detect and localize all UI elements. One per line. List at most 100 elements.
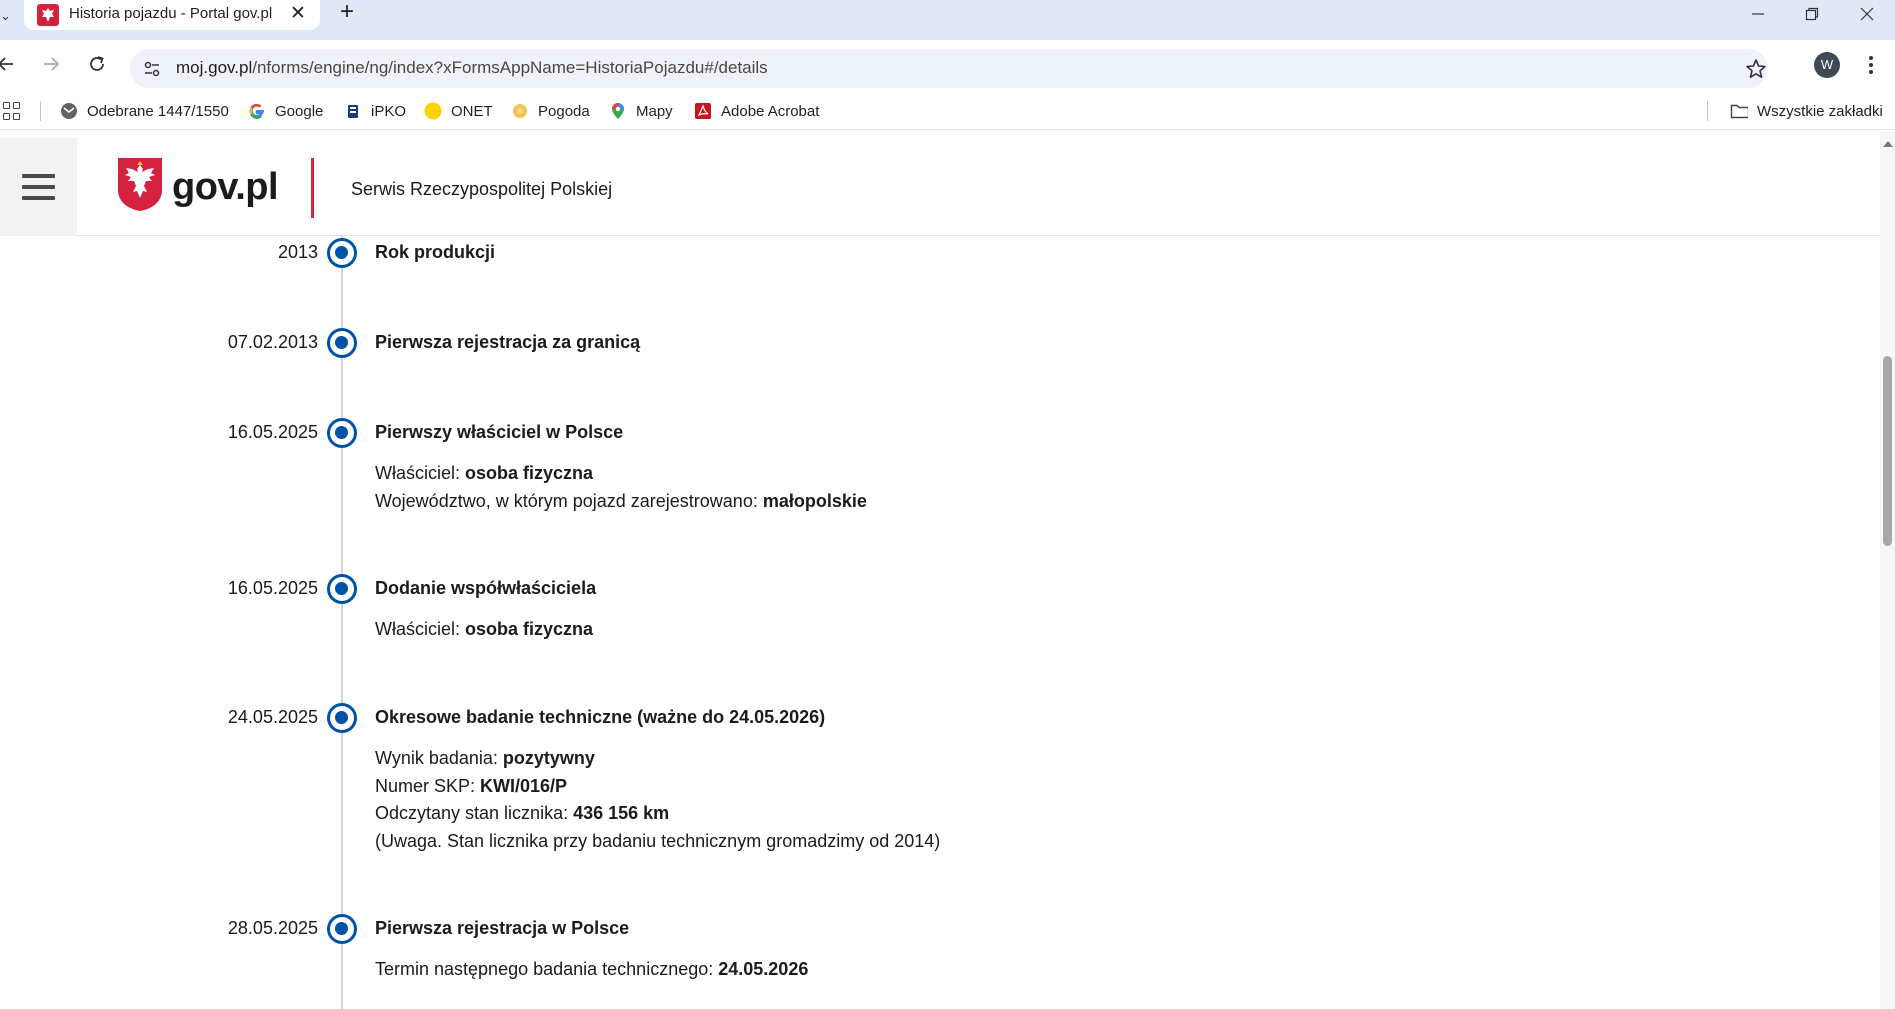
- detail-line: Właściciel: osoba fizyczna: [375, 616, 593, 644]
- detail-value: 436 156 km: [573, 803, 670, 823]
- profile-avatar[interactable]: W: [1814, 52, 1840, 78]
- google-icon: [248, 102, 266, 120]
- bookmark-adobe-acrobat[interactable]: Adobe Acrobat: [694, 100, 819, 122]
- minimize-icon[interactable]: [1731, 0, 1785, 28]
- event-title: Rok produkcji: [375, 242, 496, 262]
- bookmark-label: iPKO: [371, 102, 407, 120]
- detail-line: Termin następnego badania technicznego: …: [375, 956, 808, 984]
- detail-label: Wynik badania:: [375, 748, 503, 768]
- event-details: Właściciel: osoba fizyczna: [375, 616, 593, 644]
- forward-arrow-icon[interactable]: [35, 48, 67, 80]
- bookmark-label: Odebrane 1447/1550: [87, 102, 229, 120]
- tab-close-icon[interactable]: ✕: [286, 2, 310, 26]
- onet-icon: [424, 102, 442, 120]
- tab-historia-pojazdu[interactable]: Historia pojazdu - Portal gov.pl ✕: [24, 0, 320, 30]
- detail-note: (Uwaga. Stan licznika przy badaniu techn…: [375, 828, 940, 856]
- timeline-dot-icon: [327, 574, 357, 604]
- site-header: gov.pl Serwis Rzeczypospolitej Polskiej: [0, 138, 1880, 236]
- event-details: Wynik badania: pozytywny Numer SKP: KWI/…: [375, 745, 940, 855]
- detail-line: Wynik badania: pozytywny: [375, 745, 940, 773]
- detail-label: Właściciel:: [375, 619, 466, 639]
- detail-line: Numer SKP: KWI/016/P: [375, 773, 940, 801]
- gmail-icon: [60, 102, 78, 120]
- apps-grid-icon[interactable]: [3, 102, 21, 120]
- timeline-dot-icon: [327, 703, 357, 733]
- bookmarks-separator: [1707, 101, 1708, 121]
- bookmark-mapy[interactable]: Mapy: [609, 100, 673, 122]
- bookmark-label: Google: [275, 102, 324, 120]
- tab-strip: ⌄ Historia pojazdu - Portal gov.pl ✕ +: [0, 0, 1895, 40]
- acrobat-icon: [694, 102, 712, 120]
- site-settings-icon[interactable]: [142, 59, 162, 79]
- folder-icon: [1730, 102, 1748, 120]
- url-path: /nforms/engine/ng/index?xFormsAppName=Hi…: [252, 58, 768, 77]
- all-bookmarks-label: Wszystkie zakładki: [1757, 102, 1883, 120]
- bookmark-google[interactable]: Google: [248, 100, 323, 122]
- event-details: Termin następnego badania technicznego: …: [375, 956, 808, 984]
- ipko-icon: [344, 102, 362, 120]
- tab-title: Historia pojazdu - Portal gov.pl: [69, 5, 273, 22]
- event-details: Właściciel: osoba fizyczna Województwo, …: [375, 460, 867, 515]
- event-date: 07.02.2013: [227, 332, 318, 352]
- back-arrow-icon[interactable]: [0, 48, 22, 80]
- bookmarks-bar: Odebrane 1447/1550 Google iPKO ONET Pogo…: [0, 90, 1895, 130]
- new-tab-plus-icon[interactable]: +: [333, 0, 361, 26]
- bookmarks-separator: [40, 101, 41, 121]
- timeline-dot-icon: [327, 238, 357, 268]
- event-date: 24.05.2025: [227, 707, 318, 727]
- timeline-dot-icon: [327, 418, 357, 448]
- page-content: 2013 Rok produkcji 07.02.2013 Pierwsza r…: [0, 131, 1880, 1009]
- event-title: Pierwsza rejestracja za granicą: [375, 332, 641, 352]
- detail-value: pozytywny: [502, 748, 595, 768]
- weather-icon: [511, 102, 529, 120]
- scroll-up-arrow-icon[interactable]: [1883, 141, 1893, 147]
- detail-value: 24.05.2026: [718, 959, 809, 979]
- close-window-icon[interactable]: [1840, 0, 1894, 28]
- url-host: moj.gov.pl: [176, 58, 253, 77]
- detail-label: (Uwaga. Stan licznika przy badaniu techn…: [375, 830, 941, 851]
- detail-label: Odczytany stan licznika:: [375, 803, 574, 823]
- url-text: moj.gov.pl/nforms/engine/ng/index?xForms…: [176, 58, 768, 78]
- browser-toolbar: moj.gov.pl/nforms/engine/ng/index?xForms…: [0, 40, 1895, 90]
- timeline-dot-icon: [327, 328, 357, 358]
- detail-label: Numer SKP:: [375, 775, 481, 796]
- bookmark-pogoda[interactable]: Pogoda: [511, 100, 590, 122]
- bookmark-label: Mapy: [636, 102, 673, 120]
- restore-icon[interactable]: [1785, 0, 1839, 28]
- address-bar[interactable]: moj.gov.pl/nforms/engine/ng/index?xForms…: [130, 49, 1768, 88]
- bookmark-onet[interactable]: ONET: [424, 100, 493, 122]
- detail-value: małopolskie: [762, 490, 867, 511]
- detail-value: KWI/016/P: [480, 775, 568, 796]
- detail-value: osoba fizyczna: [465, 619, 594, 639]
- detail-line: Województwo, w którym pojazd zarejestrow…: [375, 488, 867, 516]
- bookmark-star-icon[interactable]: [1745, 58, 1767, 80]
- reload-icon[interactable]: [81, 48, 113, 80]
- bookmark-label: ONET: [451, 102, 493, 120]
- event-date: 28.05.2025: [227, 918, 318, 938]
- event-title: Okresowe badanie techniczne (ważne do 24…: [375, 707, 826, 727]
- bookmark-odebrane[interactable]: Odebrane 1447/1550: [60, 100, 229, 122]
- detail-label: Termin następnego badania technicznego:: [375, 959, 719, 979]
- govpl-logo[interactable]: gov.pl: [172, 166, 279, 209]
- page-scrollbar[interactable]: [1880, 131, 1895, 1009]
- menu-hamburger-icon[interactable]: [0, 138, 77, 236]
- detail-label: Właściciel:: [375, 463, 466, 483]
- scrollbar-thumb[interactable]: [1883, 356, 1892, 546]
- bookmark-label: Adobe Acrobat: [721, 102, 820, 120]
- timeline-dot-icon: [327, 914, 357, 944]
- maps-pin-icon: [609, 102, 627, 120]
- bookmark-ipko[interactable]: iPKO: [344, 100, 406, 122]
- detail-line: Odczytany stan licznika: 436 156 km: [375, 800, 940, 828]
- all-bookmarks-folder[interactable]: Wszystkie zakładki: [1730, 100, 1883, 122]
- tab-search-chevron-icon[interactable]: ⌄: [0, 6, 18, 26]
- polish-eagle-emblem-icon[interactable]: [116, 156, 164, 212]
- header-subtitle: Serwis Rzeczypospolitej Polskiej: [351, 179, 613, 199]
- event-date: 16.05.2025: [227, 422, 318, 442]
- detail-line: Właściciel: osoba fizyczna: [375, 460, 867, 488]
- event-title: Pierwsza rejestracja w Polsce: [375, 918, 630, 938]
- browser-menu-icon[interactable]: [1864, 52, 1878, 78]
- detail-value: osoba fizyczna: [465, 463, 594, 483]
- event-date: 2013: [277, 242, 318, 262]
- header-divider: [311, 158, 314, 218]
- event-title: Pierwszy właściciel w Polsce: [375, 422, 624, 442]
